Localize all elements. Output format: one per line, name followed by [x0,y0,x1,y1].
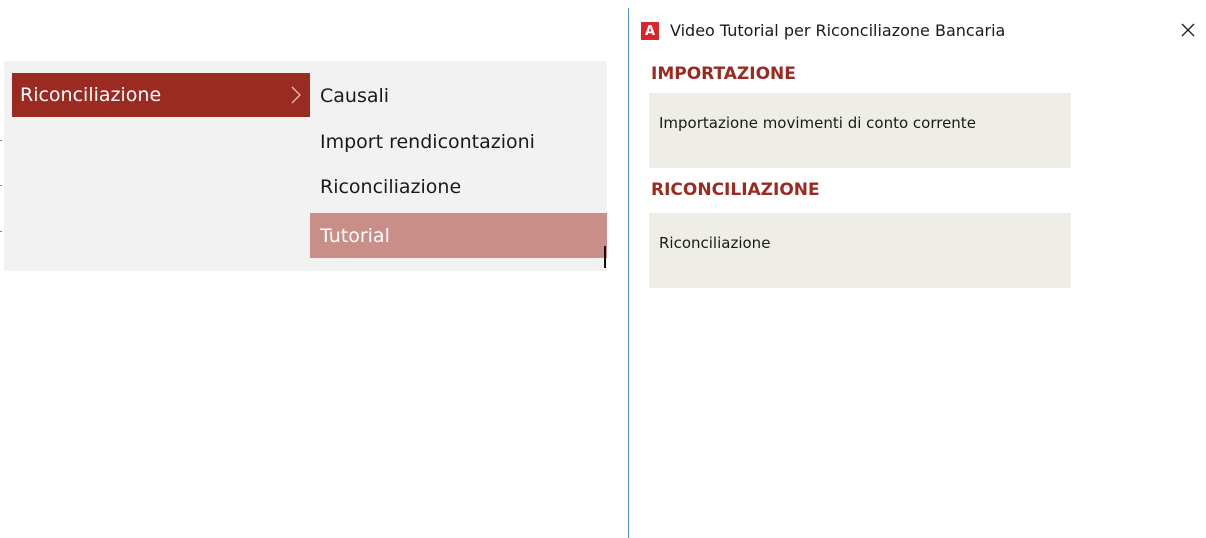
section-title-importazione: IMPORTAZIONE [651,64,796,84]
context-menu: Riconciliazione Causali Import rendicont… [4,61,607,271]
text-cursor [604,246,606,268]
close-button[interactable] [1176,18,1200,42]
submenu-item-label: Import rendicontazioni [320,130,535,153]
menu-item-riconciliazione[interactable]: Riconciliazione [12,73,310,117]
submenu-item-causali[interactable]: Causali [310,73,607,119]
app-logo-letter: A [644,23,656,39]
tutorial-link-label: Riconciliazione [659,234,771,252]
submenu-item-riconciliazione[interactable]: Riconciliazione [310,164,607,209]
chevron-right-icon [288,85,304,105]
submenu: Causali Import rendicontazioni Riconcili… [310,73,607,258]
close-icon [1181,23,1195,37]
submenu-item-tutorial[interactable]: Tutorial [310,213,607,258]
dialog-title: Video Tutorial per Riconciliazone Bancar… [670,21,1006,40]
title-bar[interactable]: A Video Tutorial per Riconciliazone Banc… [629,8,1206,48]
tutorial-dialog: A Video Tutorial per Riconciliazone Banc… [628,8,1206,538]
tutorial-link-importazione-movimenti[interactable]: Importazione movimenti di conto corrente [649,93,1071,168]
tutorial-link-label: Importazione movimenti di conto corrente [659,114,976,132]
section-title-riconciliazione: RICONCILIAZIONE [651,180,820,200]
submenu-item-import-rendicontazioni[interactable]: Import rendicontazioni [310,119,607,164]
submenu-item-label: Riconciliazione [320,175,462,198]
submenu-item-label: Causali [320,85,390,107]
app-logo-icon: A [641,22,659,40]
tutorial-link-riconciliazione[interactable]: Riconciliazione [649,213,1071,288]
submenu-item-label: Tutorial [320,224,390,247]
menu-item-label: Riconciliazione [20,84,162,106]
